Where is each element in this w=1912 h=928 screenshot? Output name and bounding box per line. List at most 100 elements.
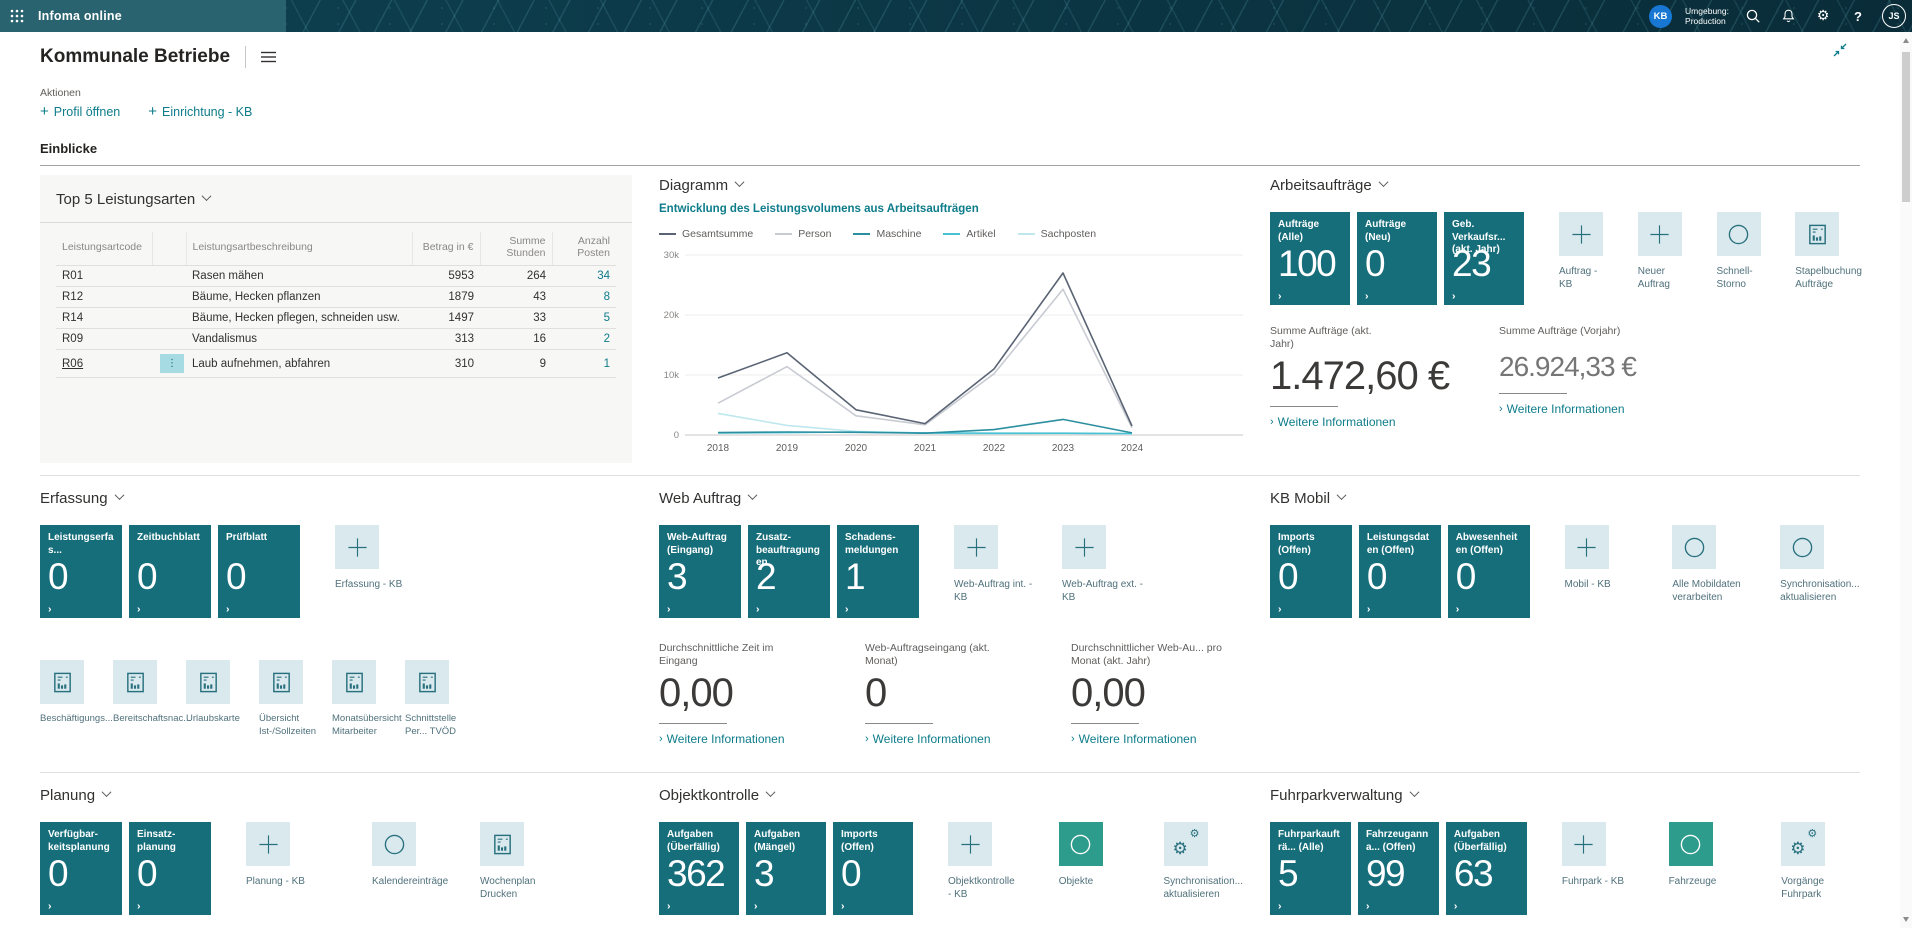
search-icon[interactable] — [1742, 5, 1764, 27]
action-erfassung-kb[interactable]: Erfassung - KB — [335, 525, 417, 592]
posten-link[interactable]: 2 — [552, 329, 616, 350]
weitere-informationen-link[interactable]: › Weitere Informationen — [659, 732, 831, 746]
vertical-scrollbar[interactable] — [1900, 32, 1912, 928]
cue-fuhrparkauftraege-alle[interactable]: Fuhrparkaufträ... (Alle) 5 › — [1270, 822, 1351, 915]
action-alle-mobildaten[interactable]: Alle Mobildaten verarbeiten — [1672, 525, 1754, 604]
table-row[interactable]: R01 Rasen mähen 5953 264 34 — [56, 266, 616, 287]
posten-link[interactable]: 8 — [552, 287, 616, 308]
legend-item[interactable]: Maschine — [853, 228, 921, 240]
scroll-down-arrow-icon[interactable] — [1903, 917, 1909, 922]
action-synchronisation-aktualisieren[interactable]: ⚙⚙ Synchronisation... aktualisieren — [1164, 822, 1244, 901]
col-header-stunden[interactable]: Summe Stunden — [480, 232, 552, 266]
arbeitsauftraege-header[interactable]: Arbeitsaufträge — [1270, 175, 1862, 195]
top-app-bar: Infoma online KB Umgebung: Production ⚙ … — [0, 0, 1912, 32]
cue-zusatzbeauftragungen[interactable]: Zusatz-beauftragungen 2 › — [748, 525, 830, 618]
cue-einsatzplanung[interactable]: Einsatz-planung 0 › — [129, 822, 211, 915]
action-wochenplan-drucken[interactable]: Wochenplan Drucken — [480, 822, 562, 901]
legend-item[interactable]: Gesamtsumme — [659, 228, 753, 240]
cue-fahrzeugannahme-offen[interactable]: Fahrzeuganna... (Offen) 99 › — [1358, 822, 1439, 915]
help-icon[interactable]: ? — [1847, 5, 1869, 27]
scrollbar-thumb[interactable] — [1902, 52, 1910, 202]
table-row[interactable]: R14 Bäume, Hecken pflegen, schneiden usw… — [56, 308, 616, 329]
cue-leistungserfassung[interactable]: Leistungserfas... 0 › — [40, 525, 122, 618]
hamburger-menu-icon[interactable] — [261, 51, 276, 63]
report-schnittstelle-tvoed[interactable]: Schnittstelle Per... TVÖD — [405, 660, 478, 738]
erfassung-header[interactable]: Erfassung — [40, 488, 632, 508]
report-beschaeftigungs[interactable]: Beschäftigungs... — [40, 660, 113, 738]
report-monatsuebersicht[interactable]: Monatsübersicht Mitarbeiter — [332, 660, 405, 738]
action-web-auftrag-ext-kb[interactable]: Web-Auftrag ext. - KB — [1062, 525, 1144, 604]
col-header-betrag[interactable]: Betrag in € — [412, 232, 480, 266]
report-bereitschaftsnachweis[interactable]: Bereitschaftsnac... — [113, 660, 186, 738]
cue-aufgaben-ueberfaellig[interactable]: Aufgaben (Überfällig) 362 › — [659, 822, 739, 915]
cue-aufgaben-ueberfaellig[interactable]: Aufgaben (Überfällig) 63 › — [1446, 822, 1527, 915]
action-web-auftrag-int-kb[interactable]: Web-Auftrag int. - KB — [954, 525, 1036, 604]
legend-swatch — [943, 233, 960, 235]
kb-mobil-header[interactable]: KB Mobil — [1270, 488, 1862, 508]
cue-verfuegbarkeitsplanung[interactable]: Verfügbar-keitsplanung 0 › — [40, 822, 122, 915]
action-planung-kb[interactable]: Planung - KB — [246, 822, 328, 889]
report-uebersicht-ist-sollzeiten[interactable]: Übersicht Ist-/Sollzeiten — [259, 660, 332, 738]
action-vorgaenge-fuhrpark[interactable]: ⚙⚙ Vorgänge Fuhrpark — [1781, 822, 1862, 901]
action-einrichtung-kb[interactable]: + Einrichtung - KB — [148, 105, 252, 119]
action-auftrag-kb[interactable]: Auftrag - KB — [1559, 212, 1612, 291]
cue-auftraege-neu[interactable]: Aufträge (Neu) 0 › — [1357, 212, 1437, 305]
col-header-posten[interactable]: Anzahl Posten — [552, 232, 616, 266]
legend-item[interactable]: Person — [775, 228, 831, 240]
diagramm-header[interactable]: Diagramm — [659, 175, 1243, 195]
action-synchronisation-aktualisieren[interactable]: Synchronisation... aktualisieren — [1780, 525, 1862, 604]
settings-gear-icon[interactable]: ⚙ — [1812, 5, 1834, 27]
table-row[interactable]: R12 Bäume, Hecken pflanzen 1879 43 8 — [56, 287, 616, 308]
scroll-up-arrow-icon[interactable] — [1903, 38, 1909, 43]
legend-item[interactable]: Sachposten — [1018, 228, 1096, 240]
chevron-right-icon: › — [1278, 901, 1343, 911]
cue-aufgaben-maengel[interactable]: Aufgaben (Mängel) 3 › — [746, 822, 826, 915]
cue-leistungsdaten-offen[interactable]: Leistungsdaten (Offen) 0 › — [1359, 525, 1441, 618]
cue-imports-offen[interactable]: Imports (Offen) 0 › — [1270, 525, 1352, 618]
col-header-desc[interactable]: Leistungsartbeschreibung — [186, 232, 412, 266]
cue-geb-verkaufsr[interactable]: Geb. Verkaufsr... (akt. Jahr) 23 › — [1444, 212, 1524, 305]
user-avatar[interactable]: JS — [1882, 4, 1906, 28]
cue-abwesenheiten-offen[interactable]: Abwesenheiten (Offen) 0 › — [1448, 525, 1530, 618]
planung-header[interactable]: Planung — [40, 785, 632, 805]
cue-imports-offen[interactable]: Imports (Offen) 0 › — [833, 822, 913, 915]
cue-zeitbuchblatt[interactable]: Zeitbuchblatt 0 › — [129, 525, 211, 618]
table-row-selected[interactable]: R06 ⋮ Laub aufnehmen, abfahren 310 9 1 — [56, 350, 616, 378]
notifications-bell-icon[interactable] — [1777, 5, 1799, 27]
action-kalendereintraege[interactable]: Kalendereinträge — [372, 822, 454, 889]
report-urlaubskarte[interactable]: Urlaubskarte — [186, 660, 259, 738]
action-profil-oeffnen[interactable]: + Profil öffnen — [40, 105, 120, 119]
cue-schadensmeldungen[interactable]: Schadens-meldungen 1 › — [837, 525, 919, 618]
cue-web-auftrag-eingang[interactable]: Web-Auftrag (Eingang) 3 › — [659, 525, 741, 618]
selected-row-code-link[interactable]: R06 — [62, 358, 83, 370]
weitere-informationen-link[interactable]: › Weitere Informationen — [1270, 415, 1453, 429]
cue-auftraege-alle[interactable]: Aufträge (Alle) 100 › — [1270, 212, 1350, 305]
posten-link[interactable]: 5 — [552, 308, 616, 329]
action-objekte[interactable]: Objekte — [1059, 822, 1124, 889]
action-fuhrpark-kb[interactable]: Fuhrpark - KB — [1562, 822, 1643, 889]
legend-item[interactable]: Artikel — [943, 228, 995, 240]
weitere-informationen-link[interactable]: › Weitere Informationen — [1071, 732, 1243, 746]
web-auftrag-header[interactable]: Web Auftrag — [659, 488, 1243, 508]
col-header-code[interactable]: Leistungsartcode — [56, 232, 152, 266]
posten-link[interactable]: 34 — [552, 266, 616, 287]
cue-pruefblatt[interactable]: Prüfblatt 0 › — [218, 525, 300, 618]
weitere-informationen-link[interactable]: › Weitere Informationen — [865, 732, 1037, 746]
row-options-ellipsis-icon[interactable]: ⋮ — [160, 354, 184, 373]
posten-link[interactable]: 1 — [552, 350, 616, 378]
top5-header[interactable]: Top 5 Leistungsarten — [56, 188, 616, 210]
action-objektkontrolle-kb[interactable]: Objektkontrolle - KB — [948, 822, 1015, 901]
action-fahrzeuge[interactable]: Fahrzeuge — [1669, 822, 1750, 889]
fuhrparkverwaltung-header[interactable]: Fuhrparkverwaltung — [1270, 785, 1862, 805]
app-launcher-icon[interactable] — [0, 0, 34, 32]
environment-badge[interactable]: KB — [1649, 5, 1672, 28]
action-stapelbuchung[interactable]: Stapelbuchung Aufträge — [1795, 212, 1862, 291]
objektkontrolle-header[interactable]: Objektkontrolle — [659, 785, 1243, 805]
action-schnell-storno[interactable]: Schnell-Storno — [1717, 212, 1770, 291]
app-title[interactable]: Infoma online — [38, 9, 122, 23]
weitere-informationen-link[interactable]: › Weitere Informationen — [1499, 402, 1682, 416]
action-neuer-auftrag[interactable]: Neuer Auftrag — [1638, 212, 1691, 291]
collapse-page-icon[interactable] — [1832, 42, 1848, 63]
table-row[interactable]: R09 Vandalismus 313 16 2 — [56, 329, 616, 350]
action-mobil-kb[interactable]: Mobil - KB — [1565, 525, 1647, 592]
